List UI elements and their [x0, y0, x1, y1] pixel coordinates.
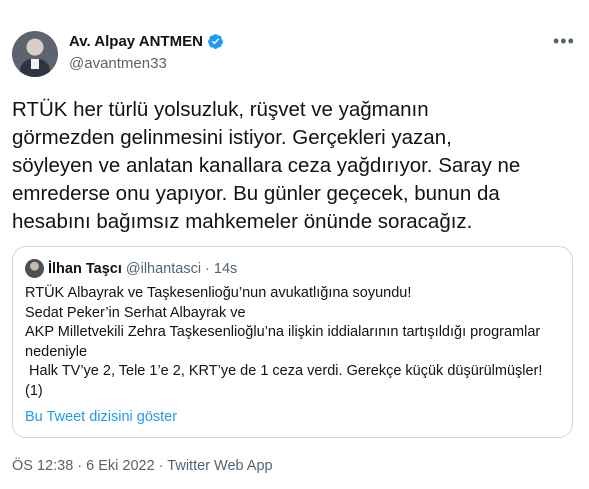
- tweet-text: RTÜK her türlü yolsuzluk, rüşvet ve yağm…: [12, 96, 578, 236]
- author-name[interactable]: Av. Alpay ANTMEN: [69, 33, 203, 50]
- quoted-author-name: İlhan Taşcı: [48, 260, 122, 277]
- author-name-row: Av. Alpay ANTMEN: [69, 33, 224, 50]
- author-handle[interactable]: @avantmen33: [69, 55, 167, 72]
- quoted-line: Halk TV’ye 2, Tele 1’e 2, KRT’ye de 1 ce…: [25, 363, 543, 379]
- quoted-author-avatar: [25, 259, 44, 278]
- tweet-line: RTÜK her türlü yolsuzluk, rüşvet ve yağm…: [12, 98, 429, 121]
- quoted-tweet-header: İlhan Taşcı @ilhantasci · 14s: [25, 259, 237, 278]
- tweet-line: hesabını bağımsız mahkemeler önünde sora…: [12, 210, 473, 233]
- quoted-line: (1): [25, 382, 43, 399]
- verified-badge-icon: [207, 34, 223, 49]
- tweet-timestamp[interactable]: ÖS 12:38 · 6 Eki 2022 · Twitter Web App: [12, 458, 273, 474]
- quoted-line: Sedat Peker’in Serhat Albayrak ve: [25, 304, 246, 321]
- show-thread-link[interactable]: Bu Tweet dizisini göster: [25, 409, 177, 425]
- tweet-line: görmezden gelinmesini istiyor. Gerçekler…: [12, 126, 452, 149]
- tweet-line: emrederse onu yapıyor. Bu günler geçecek…: [12, 182, 500, 205]
- tweet-line: söyleyen ve anlatan kanallara ceza yağdı…: [12, 154, 521, 177]
- quoted-tweet-card[interactable]: İlhan Taşcı @ilhantasci · 14s RTÜK Albay…: [12, 246, 573, 438]
- quoted-line: RTÜK Albayrak ve Taşkesenlioğu’nun avuka…: [25, 285, 412, 301]
- quoted-line: nedeniyle: [25, 343, 88, 360]
- avatar-collar: [31, 59, 39, 69]
- quoted-tweet-text: RTÜK Albayrak ve Taşkesenlioğu’nun avuka…: [25, 284, 565, 401]
- quoted-author-handle: @ilhantasci: [125, 260, 202, 277]
- more-options-icon[interactable]: •••: [553, 32, 575, 50]
- author-avatar[interactable]: [12, 31, 58, 77]
- separator-dot: ·: [205, 260, 210, 277]
- quoted-tweet-time: 14s: [213, 260, 238, 277]
- quoted-line: AKP Milletvekili Zehra Taşkesenlioğlu’na…: [25, 324, 541, 340]
